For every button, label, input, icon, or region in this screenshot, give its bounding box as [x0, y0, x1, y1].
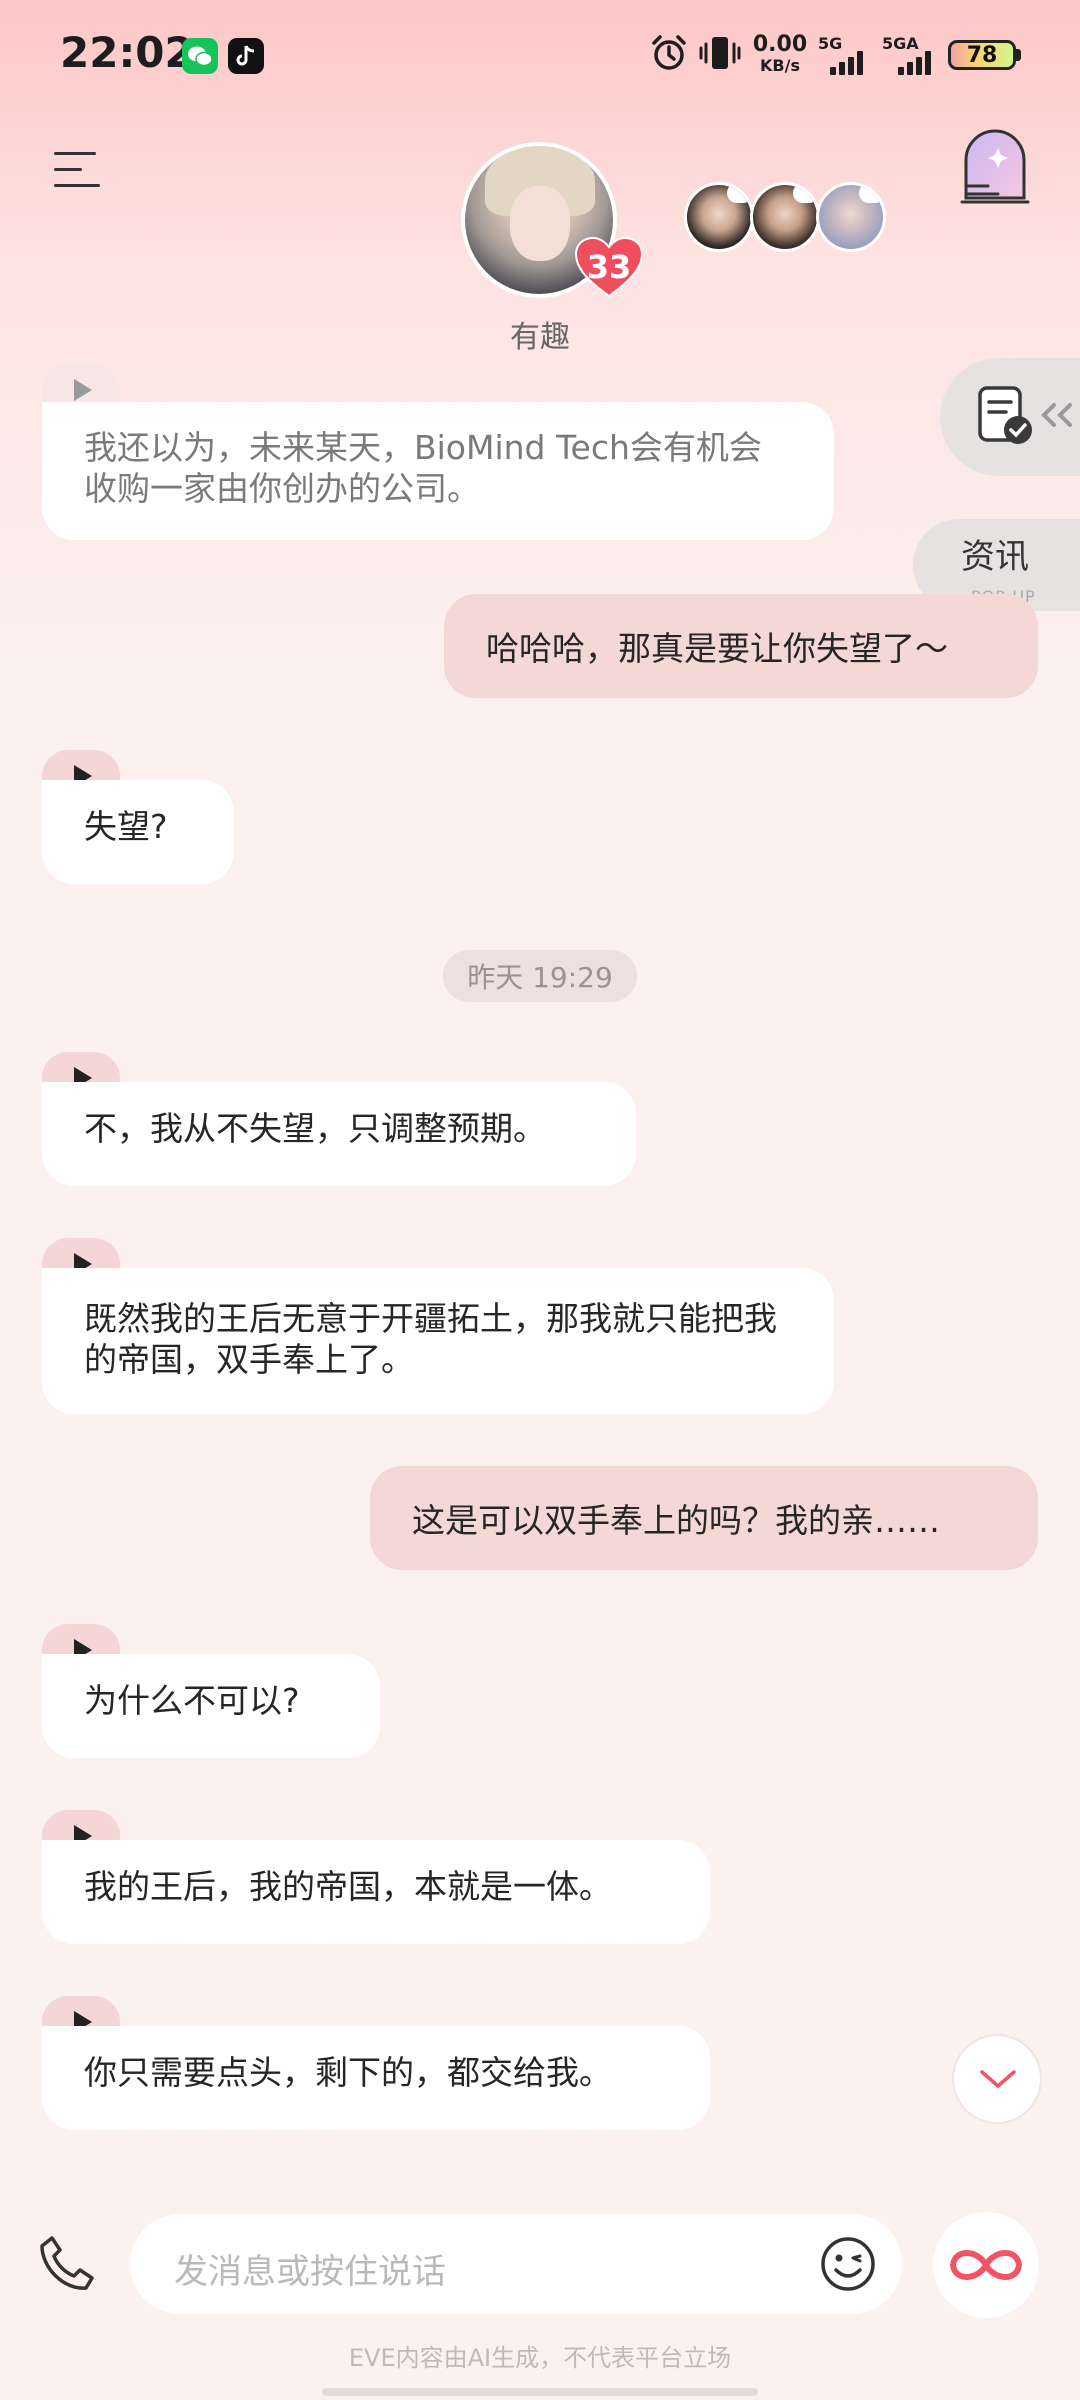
user-message-bubble: 哈哈哈，那真是要让你失望了～: [444, 594, 1038, 698]
tiktok-icon: [228, 38, 264, 74]
signal-1: 5G: [818, 34, 863, 75]
signal-2: 5GA: [882, 34, 931, 75]
wechat-icon: [182, 38, 218, 74]
task-panel-tab[interactable]: [940, 358, 1080, 476]
vibrate-icon: [698, 34, 742, 80]
ai-message-bubble: 你只需要点头，剩下的，都交给我。: [42, 2026, 710, 2130]
status-time: 22:02: [60, 28, 194, 77]
infinity-icon: [949, 2250, 1023, 2280]
ai-message-bubble: 为什么不可以?: [42, 1654, 380, 1758]
timestamp-divider: 昨天 19:29: [443, 950, 637, 1002]
network-speed-unit: KB/s: [760, 56, 800, 75]
scroll-to-bottom-button[interactable]: [952, 2034, 1042, 2124]
battery-tip: [1016, 49, 1021, 61]
message-input-placeholder: 发消息或按住说话: [174, 2252, 446, 2292]
phone-icon: [40, 2236, 94, 2290]
ai-message-bubble: 不，我从不失望，只调整预期。: [42, 1082, 636, 1186]
play-icon: [74, 379, 92, 401]
character-avatar-small[interactable]: [750, 182, 820, 252]
ai-message-bubble: 我的王后，我的帝国，本就是一体。: [42, 1840, 710, 1944]
news-label: 资讯: [961, 537, 1029, 577]
menu-button[interactable]: [54, 150, 100, 190]
signal-bars-icon: [898, 51, 931, 75]
document-check-icon: [978, 386, 1032, 444]
ai-message-bubble: 既然我的王后无意于开疆拓土，那我就只能把我的帝国，双手奉上了。: [42, 1268, 834, 1414]
intimacy-heart-badge: 33: [574, 236, 644, 298]
portal-icon[interactable]: [958, 124, 1032, 208]
ai-message-bubble: 失望?: [42, 780, 234, 884]
signal-bars-icon: [830, 51, 863, 75]
double-chevron-left-icon: [1041, 403, 1072, 427]
battery-indicator: 78: [948, 40, 1016, 70]
ai-message-bubble: 我还以为，未来某天，BioMind Tech会有机会收购一家由你创办的公司。: [42, 402, 834, 540]
character-name[interactable]: 有趣: [480, 312, 600, 356]
character-avatar-small[interactable]: [816, 182, 886, 252]
user-message-bubble: 这是可以双手奉上的吗？我的亲……: [370, 1466, 1038, 1570]
network-speed-value: 0.00: [752, 32, 808, 57]
intimacy-level: 33: [586, 248, 632, 286]
chevron-down-icon: [980, 2070, 1016, 2089]
message-input[interactable]: 发消息或按住说话: [130, 2214, 902, 2314]
alarm-icon: [650, 34, 688, 80]
ai-disclaimer: EVE内容由AI生成，不代表平台立场: [348, 2344, 732, 2372]
character-avatar-small[interactable]: [684, 182, 754, 252]
phone-call-button[interactable]: [34, 2232, 98, 2296]
emoji-button[interactable]: [820, 2236, 876, 2292]
network-speed: 0.00 KB/s: [752, 34, 808, 74]
home-indicator[interactable]: [322, 2388, 758, 2396]
emoji-wink-icon: [821, 2237, 875, 2291]
infinity-mode-button[interactable]: [933, 2212, 1039, 2318]
